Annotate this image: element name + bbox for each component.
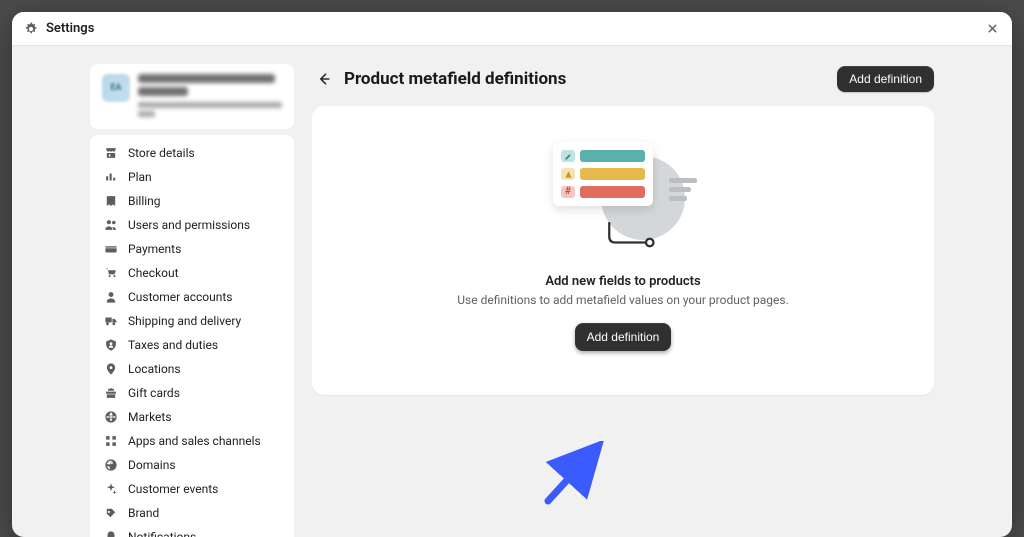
nav-label: Customer accounts bbox=[128, 290, 233, 304]
apps-icon bbox=[104, 434, 118, 448]
billing-icon bbox=[104, 194, 118, 208]
empty-state-illustration: # bbox=[553, 142, 693, 262]
bell-icon bbox=[104, 530, 118, 537]
app-context-card[interactable]: EA bbox=[90, 64, 294, 129]
domain-icon bbox=[104, 458, 118, 472]
back-button[interactable] bbox=[314, 69, 334, 89]
nav-item-store-details[interactable]: Store details bbox=[90, 141, 294, 165]
nav-item-taxes[interactable]: Taxes and duties bbox=[90, 333, 294, 357]
person-icon bbox=[104, 290, 118, 304]
nav-item-billing[interactable]: Billing bbox=[90, 189, 294, 213]
settings-nav: Store details Plan Billing Users and per… bbox=[90, 135, 294, 537]
nav-item-locations[interactable]: Locations bbox=[90, 357, 294, 381]
taxes-icon bbox=[104, 338, 118, 352]
settings-sidebar: EA Store details Plan Billing bbox=[90, 64, 294, 537]
storefront-icon bbox=[104, 146, 118, 160]
nav-item-payments[interactable]: Payments bbox=[90, 237, 294, 261]
nav-label: Shipping and delivery bbox=[128, 314, 241, 328]
payments-icon bbox=[104, 242, 118, 256]
modal-title: Settings bbox=[46, 21, 94, 36]
nav-label: Store details bbox=[128, 146, 195, 160]
close-button[interactable] bbox=[982, 19, 1002, 39]
settings-modal: Settings EA Store details Plan bbox=[12, 12, 1012, 537]
nav-item-giftcards[interactable]: Gift cards bbox=[90, 381, 294, 405]
nav-label: Checkout bbox=[128, 266, 179, 280]
nav-label: Payments bbox=[128, 242, 181, 256]
truck-icon bbox=[104, 314, 118, 328]
nav-item-markets[interactable]: Markets bbox=[90, 405, 294, 429]
nav-label: Domains bbox=[128, 458, 176, 472]
nav-item-apps[interactable]: Apps and sales channels bbox=[90, 429, 294, 453]
brand-icon bbox=[104, 506, 118, 520]
globe-icon bbox=[104, 410, 118, 424]
nav-item-notifications[interactable]: Notifications bbox=[90, 525, 294, 537]
empty-state-card: # Add new fields to products Use definit… bbox=[312, 106, 934, 395]
nav-item-domains[interactable]: Domains bbox=[90, 453, 294, 477]
users-icon bbox=[104, 218, 118, 232]
modal-body: EA Store details Plan Billing bbox=[12, 46, 1012, 537]
add-definition-top-button[interactable]: Add definition bbox=[837, 66, 934, 92]
nav-item-customer-accounts[interactable]: Customer accounts bbox=[90, 285, 294, 309]
nav-label: Taxes and duties bbox=[128, 338, 218, 352]
nav-label: Brand bbox=[128, 506, 159, 520]
gear-icon bbox=[24, 22, 38, 36]
nav-item-customer-events[interactable]: Customer events bbox=[90, 477, 294, 501]
page-title: Product metafield definitions bbox=[344, 69, 827, 89]
nav-label: Billing bbox=[128, 194, 161, 208]
nav-item-checkout[interactable]: Checkout bbox=[90, 261, 294, 285]
nav-label: Markets bbox=[128, 410, 172, 424]
nav-label: Gift cards bbox=[128, 386, 180, 400]
main-column: Product metafield definitions Add defini… bbox=[312, 64, 934, 537]
nav-item-plan[interactable]: Plan bbox=[90, 165, 294, 189]
pin-icon bbox=[104, 362, 118, 376]
page-header: Product metafield definitions Add defini… bbox=[312, 64, 934, 106]
nav-item-users[interactable]: Users and permissions bbox=[90, 213, 294, 237]
add-definition-center-button[interactable]: Add definition bbox=[575, 323, 672, 351]
annotation-arrow-icon bbox=[538, 441, 608, 511]
app-meta-blurred bbox=[138, 74, 282, 117]
nav-label: Notifications bbox=[128, 530, 196, 537]
nav-item-brand[interactable]: Brand bbox=[90, 501, 294, 525]
nav-label: Users and permissions bbox=[128, 218, 250, 232]
nav-label: Apps and sales channels bbox=[128, 434, 261, 448]
gift-icon bbox=[104, 386, 118, 400]
cart-icon bbox=[104, 266, 118, 280]
empty-state-subtitle: Use definitions to add metafield values … bbox=[457, 293, 789, 307]
nav-item-shipping[interactable]: Shipping and delivery bbox=[90, 309, 294, 333]
nav-label: Locations bbox=[128, 362, 181, 376]
nav-label: Plan bbox=[128, 170, 152, 184]
plan-icon bbox=[104, 170, 118, 184]
empty-state-title: Add new fields to products bbox=[545, 274, 700, 289]
app-icon: EA bbox=[102, 74, 130, 102]
modal-header: Settings bbox=[12, 12, 1012, 46]
sparkle-icon bbox=[104, 482, 118, 496]
nav-label: Customer events bbox=[128, 482, 218, 496]
